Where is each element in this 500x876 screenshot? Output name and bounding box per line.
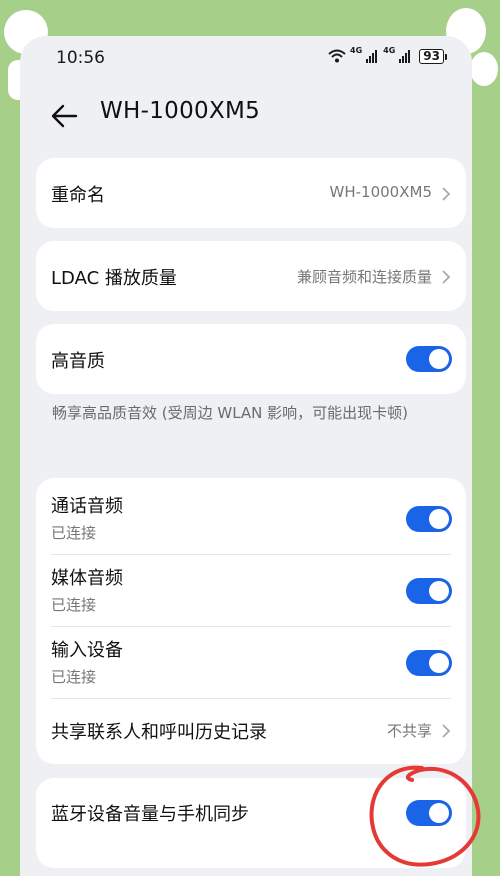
share-contacts-label: 共享联系人和呼叫历史记录 bbox=[51, 722, 267, 743]
share-contacts-row[interactable]: 共享联系人和呼叫历史记录 不共享 bbox=[36, 694, 466, 764]
input-device-status: 已连接 bbox=[51, 668, 97, 686]
hq-audio-card: 高音质 bbox=[36, 324, 466, 394]
toggle-knob bbox=[429, 509, 449, 529]
call-audio-status: 已连接 bbox=[51, 524, 97, 542]
toggle-knob bbox=[429, 653, 449, 673]
media-audio-label: 媒体音频 bbox=[51, 568, 123, 589]
ldac-value: 兼顾音频和连接质量 bbox=[296, 268, 432, 286]
rename-label: 重命名 bbox=[51, 185, 105, 206]
ldac-row[interactable]: LDAC 播放质量 兼顾音频和连接质量 bbox=[36, 241, 466, 311]
media-audio-status: 已连接 bbox=[51, 596, 97, 614]
toggle-knob bbox=[429, 349, 449, 369]
phone-screen: 10:56 4G 4G 93 WH-1000XM5 重命名 WH-1000XM5 bbox=[20, 36, 472, 876]
call-audio-toggle[interactable] bbox=[406, 506, 452, 532]
status-bar: 10:56 4G 4G 93 bbox=[20, 36, 472, 80]
background-decoration-right-lower bbox=[470, 52, 498, 86]
rename-card: 重命名 WH-1000XM5 bbox=[36, 158, 466, 228]
share-contacts-value: 不共享 bbox=[386, 722, 432, 740]
call-audio-row: 通话音频 已连接 bbox=[36, 478, 466, 550]
hq-audio-hint: 畅享高品质音效 (受周边 WLAN 影响，可能出现卡顿) bbox=[52, 404, 409, 422]
media-audio-toggle[interactable] bbox=[406, 578, 452, 604]
ldac-card: LDAC 播放质量 兼顾音频和连接质量 bbox=[36, 241, 466, 311]
volume-sync-label: 蓝牙设备音量与手机同步 bbox=[51, 804, 249, 825]
signal-icon-1 bbox=[366, 49, 378, 63]
chevron-right-icon bbox=[442, 724, 451, 738]
chevron-right-icon bbox=[442, 187, 451, 201]
page-title: WH-1000XM5 bbox=[100, 98, 261, 124]
hq-audio-toggle[interactable] bbox=[406, 346, 452, 372]
status-icons: 4G 4G 93 bbox=[327, 45, 447, 64]
hq-audio-row: 高音质 bbox=[36, 324, 466, 394]
network-type-label-2: 4G bbox=[383, 45, 396, 55]
battery-icon: 93 bbox=[419, 48, 447, 64]
annotation-circle-mark bbox=[369, 765, 481, 867]
ldac-label: LDAC 播放质量 bbox=[51, 268, 177, 289]
wifi-icon bbox=[328, 49, 346, 63]
network-type-label-1: 4G bbox=[350, 45, 363, 55]
call-audio-label: 通话音频 bbox=[51, 496, 123, 517]
page-header: WH-1000XM5 bbox=[20, 88, 472, 144]
hq-audio-label: 高音质 bbox=[51, 351, 105, 372]
input-device-label: 输入设备 bbox=[51, 640, 123, 661]
status-time: 10:56 bbox=[56, 48, 105, 68]
toggle-knob bbox=[429, 581, 449, 601]
input-device-row: 输入设备 已连接 bbox=[36, 622, 466, 694]
rename-row[interactable]: 重命名 WH-1000XM5 bbox=[36, 158, 466, 228]
signal-icon-2 bbox=[399, 49, 411, 63]
chevron-right-icon bbox=[442, 270, 451, 284]
rename-value: WH-1000XM5 bbox=[329, 183, 432, 201]
input-device-toggle[interactable] bbox=[406, 650, 452, 676]
media-audio-row: 媒体音频 已连接 bbox=[36, 550, 466, 622]
audio-profiles-card: 通话音频 已连接 媒体音频 已连接 输入设备 已连接 共享联系人和呼叫历史记录 … bbox=[36, 478, 466, 764]
back-arrow-icon[interactable] bbox=[50, 102, 80, 130]
